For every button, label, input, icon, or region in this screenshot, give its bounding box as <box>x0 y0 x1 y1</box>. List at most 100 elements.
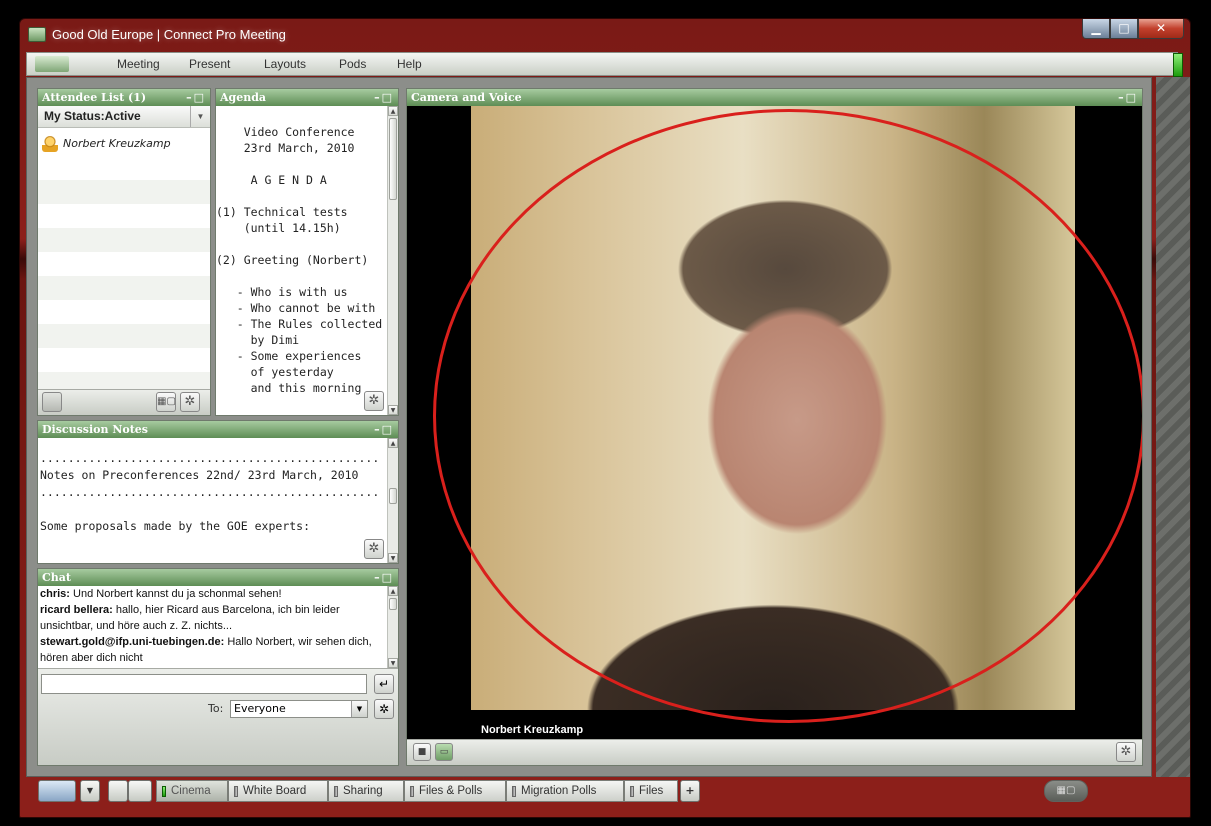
chat-sender: chris: <box>40 588 70 600</box>
chat-pod: Chat –□ chris: Und Norbert kannst du ja … <box>37 568 399 766</box>
pod-window-controls[interactable]: –□ <box>374 89 394 106</box>
tab-migration-polls[interactable]: Migration Polls <box>506 780 624 802</box>
meeting-stage: Attendee List (1) –□ My Status:Active ▼ … <box>26 77 1152 777</box>
chevron-down-icon[interactable]: ▼ <box>190 106 210 127</box>
menu-present[interactable]: Present <box>189 57 230 71</box>
menu-layouts[interactable]: Layouts <box>264 57 306 71</box>
attendee-row[interactable]: Norbert Kreuzkamp <box>38 132 210 156</box>
add-layout-button[interactable]: + <box>680 780 700 802</box>
layout-switcher-icon[interactable]: ▦▢ <box>1044 780 1088 802</box>
chat-message: ricard bellera: hallo, hier Ricard aus B… <box>40 602 386 634</box>
chat-history: chris: Und Norbert kannst du ja schonmal… <box>40 586 386 666</box>
gear-icon[interactable]: ✲ <box>180 392 200 412</box>
scroll-up-icon[interactable]: ▲ <box>388 586 398 596</box>
pod-title: Agenda <box>220 91 267 104</box>
close-button[interactable]: ✕ <box>1138 19 1184 39</box>
recipient-select[interactable]: Everyone ▼ <box>230 700 368 718</box>
tab-label: White Board <box>243 785 307 797</box>
pod-body: My Status:Active ▼ Norbert Kreuzkamp ▦▢ … <box>38 106 210 415</box>
recipient-value: Everyone <box>234 702 286 715</box>
attendee-list-pod: Attendee List (1) –□ My Status:Active ▼ … <box>37 88 211 416</box>
chat-message: chris: Und Norbert kannst du ja schonmal… <box>40 586 386 602</box>
pod-body: ........................................… <box>38 438 398 563</box>
camera-and-voice-pod: Camera and Voice –□ Norbert Kreuzkamp ■ … <box>406 88 1143 766</box>
pod-title: Attendee List (1) <box>42 91 147 104</box>
agenda-pod: Agenda –□ Video Conference 23rd March, 2… <box>215 88 399 416</box>
gear-icon[interactable]: ✲ <box>1116 742 1136 762</box>
pod-window-controls[interactable]: –□ <box>374 569 394 586</box>
pod-body: Norbert Kreuzkamp ■ ▭ ✲ <box>407 106 1142 765</box>
print-icon[interactable] <box>108 780 128 802</box>
scrollbar[interactable]: ▲ ▼ <box>387 106 398 415</box>
notes-text[interactable]: ........................................… <box>40 438 379 535</box>
tab-indicator <box>162 786 166 797</box>
stage-side-panel <box>1156 77 1190 777</box>
menu-pods[interactable]: Pods <box>339 57 366 71</box>
title-bar[interactable]: Good Old Europe | Connect Pro Meeting ▁ … <box>20 19 1190 53</box>
agenda-note-text[interactable]: Video Conference 23rd March, 2010 A G E … <box>216 106 382 396</box>
scroll-thumb[interactable] <box>389 488 397 504</box>
chevron-down-icon[interactable]: ▼ <box>80 780 100 802</box>
annotation-red-circle <box>433 109 1142 723</box>
gear-icon[interactable]: ✲ <box>364 539 384 559</box>
pod-header[interactable]: Attendee List (1) –□ <box>38 89 210 106</box>
tab-cinema[interactable]: Cinema <box>156 780 228 802</box>
menu-help[interactable]: Help <box>397 57 422 71</box>
video-area: Norbert Kreuzkamp <box>407 106 1142 739</box>
scrollbar[interactable]: ▲ ▼ <box>387 586 398 668</box>
scrollbar[interactable]: ▲ ▼ <box>387 438 398 563</box>
scroll-thumb[interactable] <box>389 118 397 200</box>
presenter-tools-icon[interactable] <box>128 780 152 802</box>
camera-icon[interactable]: ▭ <box>435 743 453 761</box>
discussion-notes-pod: Discussion Notes –□ ....................… <box>37 420 399 564</box>
pod-footer: ▦▢ ✲ <box>38 389 210 415</box>
video-participant-label: Norbert Kreuzkamp <box>477 723 588 737</box>
window-controls: ▁ □ ✕ <box>1082 19 1184 39</box>
scroll-down-icon[interactable]: ▼ <box>388 553 398 563</box>
pod-header[interactable]: Agenda –□ <box>216 89 398 106</box>
menu-bar: Meeting Present Layouts Pods Help <box>26 52 1183 77</box>
empty-row <box>38 228 210 252</box>
minimize-button[interactable]: ▁ <box>1082 19 1110 39</box>
scroll-thumb[interactable] <box>389 598 397 610</box>
pod-window-controls[interactable]: –□ <box>186 89 206 106</box>
chat-message-input[interactable] <box>41 674 367 694</box>
chat-sender: ricard bellera: <box>40 604 113 616</box>
tab-files[interactable]: Files <box>624 780 678 802</box>
gear-icon[interactable]: ✲ <box>374 699 394 719</box>
pod-body: Video Conference 23rd March, 2010 A G E … <box>216 106 398 415</box>
tab-files-polls[interactable]: Files & Polls <box>404 780 506 802</box>
pod-window-controls[interactable]: –□ <box>1118 89 1138 106</box>
to-label: To: <box>208 702 224 715</box>
empty-row <box>38 324 210 348</box>
tab-sharing[interactable]: Sharing <box>328 780 404 802</box>
chat-sender: stewart.gold@ifp.uni-tuebingen.de: <box>40 636 225 648</box>
stop-camera-icon[interactable]: ■ <box>413 743 431 761</box>
scroll-down-icon[interactable]: ▼ <box>388 405 398 415</box>
grid-view-icon[interactable]: ▦▢ <box>156 392 176 412</box>
pod-header[interactable]: Chat –□ <box>38 569 398 586</box>
pod-header[interactable]: Discussion Notes –□ <box>38 421 398 438</box>
tab-white-board[interactable]: White Board <box>228 780 328 802</box>
pod-header[interactable]: Camera and Voice –□ <box>407 89 1142 106</box>
chevron-down-icon[interactable]: ▼ <box>351 701 367 717</box>
tab-indicator <box>512 786 516 797</box>
scroll-up-icon[interactable]: ▲ <box>388 438 398 448</box>
chat-text: Und Norbert kannst du ja schonmal sehen! <box>69 588 282 600</box>
raise-hand-button[interactable] <box>42 392 62 412</box>
share-my-screen-button[interactable] <box>38 780 76 802</box>
tab-label: Files <box>639 785 664 797</box>
pod-window-controls[interactable]: –□ <box>374 421 394 438</box>
menu-meeting[interactable]: Meeting <box>117 57 160 71</box>
scroll-down-icon[interactable]: ▼ <box>388 658 398 668</box>
gear-icon[interactable]: ✲ <box>364 391 384 411</box>
layout-bar: ▼ Cinema White Board Sharing Files & Pol… <box>38 780 1138 806</box>
my-status-dropdown[interactable]: My Status:Active ▼ <box>38 106 210 128</box>
scroll-up-icon[interactable]: ▲ <box>388 106 398 116</box>
meeting-logo-icon[interactable] <box>35 56 69 72</box>
send-icon[interactable]: ↵ <box>374 674 394 694</box>
maximize-button[interactable]: □ <box>1110 19 1138 39</box>
tab-label: Migration Polls <box>521 785 597 797</box>
connect-logo-icon <box>28 27 46 42</box>
host-icon <box>42 136 58 152</box>
